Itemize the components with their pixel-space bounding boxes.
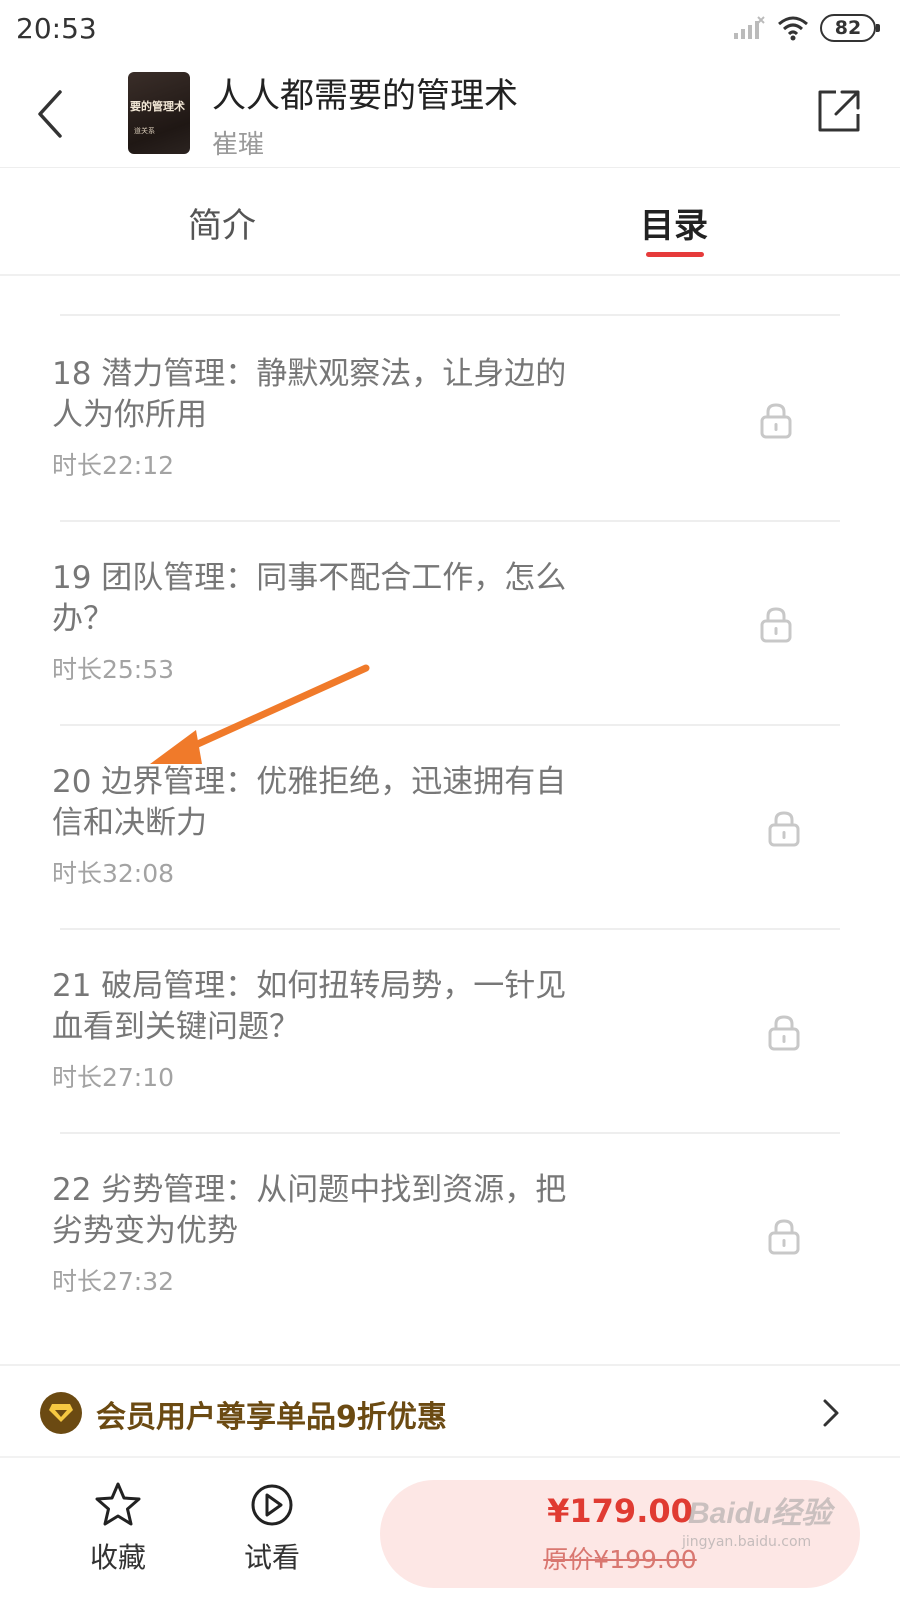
toc-item-18[interactable]: 18 潜力管理：静默观察法，让身边的人为你所用 时长22:12 — [0, 316, 900, 522]
vip-diamond-icon — [40, 1392, 82, 1434]
status-icons: 82 — [732, 14, 880, 42]
toc-item-22[interactable]: 22 劣势管理：从问题中找到资源，把劣势变为优势 时长27:32 — [0, 1132, 900, 1338]
toc-item-19[interactable]: 19 团队管理：同事不配合工作，怎么办？ 时长25:53 — [0, 520, 900, 726]
trial-label: 试看 — [243, 1541, 300, 1574]
lock-icon — [768, 1015, 800, 1051]
wifi-icon — [778, 16, 808, 41]
status-time: 20:53 — [16, 12, 97, 45]
lock-icon — [760, 607, 792, 643]
member-discount-banner[interactable]: 会员用户尊享单品9折优惠 — [0, 1364, 900, 1456]
toc-item-duration: 时长27:10 — [52, 1063, 175, 1092]
toc-item-title: 21 破局管理：如何扭转局势，一针见血看到关键问题？ — [52, 968, 567, 1045]
active-tab-indicator — [646, 252, 704, 257]
book-cover[interactable]: 要的管理术 道关系 — [128, 72, 190, 154]
annotation-arrow-icon — [150, 664, 370, 764]
cover-subtitle: 道关系 — [134, 127, 155, 135]
toc-item-duration: 时长22:12 — [52, 451, 175, 480]
back-arrow-icon[interactable] — [30, 84, 74, 144]
toc-item-20[interactable]: 20 边界管理：优雅拒绝，迅速拥有自信和决断力 时长32:08 — [0, 724, 900, 930]
tab-bar: 简介 目录 — [0, 168, 900, 274]
battery-level: 82 — [834, 17, 862, 39]
lock-icon — [768, 1219, 800, 1255]
tab-toc[interactable]: 目录 — [640, 198, 708, 247]
toc-item-title: 22 劣势管理：从问题中找到资源，把劣势变为优势 — [52, 1172, 567, 1249]
toc-item-title: 19 团队管理：同事不配合工作，怎么办？ — [52, 560, 567, 637]
toc-item-21[interactable]: 21 破局管理：如何扭转局势，一针见血看到关键问题？ 时长27:10 — [0, 928, 900, 1134]
battery-indicator: 82 — [820, 14, 880, 42]
tab-intro[interactable]: 简介 — [188, 198, 256, 247]
chevron-right-icon — [823, 1399, 839, 1427]
toc-list[interactable]: 18 潜力管理：静默观察法，让身边的人为你所用 时长22:12 19 团队管理：… — [0, 276, 900, 1364]
watermark-url: jingyan.baidu.com — [682, 1534, 812, 1550]
trial-button[interactable]: 试看 — [222, 1480, 322, 1590]
toc-item-title: 18 潜力管理：静默观察法，让身边的人为你所用 — [52, 356, 567, 433]
page-title: 人人都需要的管理术 — [212, 76, 518, 116]
cover-title: 要的管理术 — [130, 100, 185, 113]
author-name[interactable]: 崔璀 — [212, 124, 264, 161]
status-bar: 20:53 82 — [0, 0, 900, 60]
watermark: Baidu经验 — [688, 1497, 832, 1530]
toc-item-duration: 时长32:08 — [52, 859, 175, 888]
lock-icon — [760, 403, 792, 439]
toc-item-duration: 时长27:32 — [52, 1267, 175, 1296]
page-header: 要的管理术 道关系 人人都需要的管理术 崔璀 — [0, 62, 900, 166]
lock-icon — [768, 811, 800, 847]
signal-icon — [734, 16, 765, 39]
favorite-button[interactable]: 收藏 — [68, 1480, 168, 1590]
star-icon — [95, 1482, 141, 1526]
favorite-label: 收藏 — [89, 1541, 146, 1574]
share-icon[interactable] — [814, 86, 864, 136]
play-icon — [251, 1484, 293, 1526]
member-discount-text: 会员用户尊享单品9折优惠 — [96, 1400, 447, 1435]
